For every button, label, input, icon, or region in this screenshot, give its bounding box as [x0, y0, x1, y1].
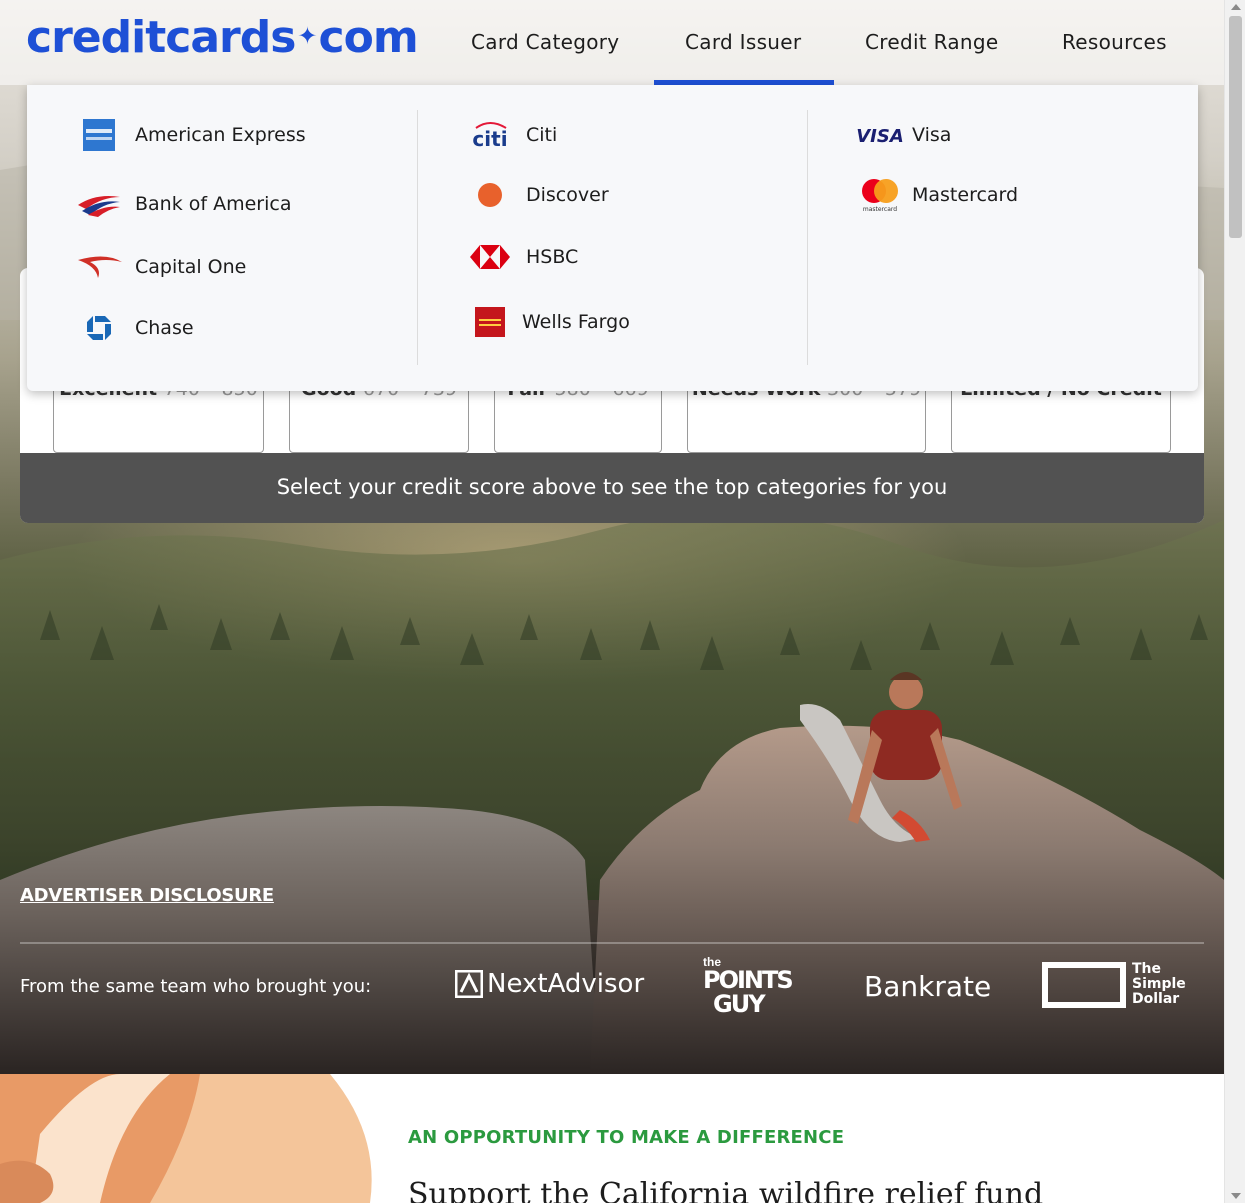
- nav-resources[interactable]: Resources: [1062, 30, 1167, 54]
- simple-dollar-wordmark: The Simple Dollar: [1132, 962, 1186, 1007]
- amex-icon: [75, 115, 123, 155]
- discover-icon: [466, 175, 514, 215]
- feature-image: [0, 1074, 380, 1203]
- issuer-visa[interactable]: VISA Visa: [856, 115, 951, 155]
- scrollbar-thumb[interactable]: [1229, 16, 1242, 238]
- chase-icon: [75, 308, 123, 348]
- issuer-label: Wells Fargo: [522, 311, 630, 333]
- issuer-label: Bank of America: [135, 193, 292, 215]
- visa-icon: VISA: [856, 115, 904, 155]
- hsbc-icon: [466, 237, 514, 277]
- page-scrollbar[interactable]: [1224, 0, 1245, 1203]
- brand-line: POINTS: [703, 966, 794, 994]
- site-header: creditcards✦com Card Category Card Issue…: [0, 0, 1224, 85]
- citi-icon: citi: [466, 115, 514, 155]
- brand-line: The: [1132, 961, 1162, 977]
- nav-credit-range[interactable]: Credit Range: [865, 30, 999, 54]
- mastercard-icon: mastercard: [856, 175, 904, 215]
- issuer-bank-of-america[interactable]: Bank of America: [75, 184, 292, 224]
- nav-card-issuer[interactable]: Card Issuer: [685, 30, 801, 54]
- scroll-down-arrow-icon[interactable]: [1231, 1193, 1241, 1199]
- brand-bankrate[interactable]: Bankrate: [864, 970, 991, 1003]
- issuer-mastercard[interactable]: mastercard Mastercard: [856, 175, 1018, 215]
- nav-card-category[interactable]: Card Category: [471, 30, 619, 54]
- issuer-label: Visa: [912, 124, 952, 146]
- issuer-label: Chase: [135, 317, 194, 339]
- simple-dollar-icon: [1042, 962, 1126, 1008]
- brand-line: Simple: [1132, 976, 1186, 992]
- issuer-label: Capital One: [135, 256, 247, 278]
- svg-text:mastercard: mastercard: [863, 206, 897, 213]
- wells-fargo-icon: [466, 302, 514, 342]
- svg-text:citi: citi: [472, 127, 507, 150]
- advertiser-disclosure-link[interactable]: ADVERTISER DISCLOSURE: [20, 885, 274, 906]
- brand-divider: [20, 942, 1204, 944]
- credit-score-prompt-banner: Select your credit score above to see th…: [20, 453, 1204, 523]
- brand-line: Dollar: [1132, 991, 1180, 1007]
- logo-star-icon: ✦: [297, 22, 317, 50]
- logo-text-right: com: [318, 12, 419, 63]
- site-logo[interactable]: creditcards✦com: [26, 12, 419, 63]
- issuer-label: American Express: [135, 124, 306, 146]
- column-divider: [807, 110, 808, 365]
- brand-the-points-guy[interactable]: the POINTS GUY: [703, 956, 794, 1018]
- issuer-label: Discover: [526, 184, 609, 206]
- feature-eyebrow: AN OPPORTUNITY TO MAKE A DIFFERENCE: [408, 1127, 845, 1148]
- brand-line: GUY: [713, 990, 766, 1018]
- brand-the-simple-dollar[interactable]: The Simple Dollar: [1042, 962, 1186, 1008]
- issuer-capital-one[interactable]: Capital One: [75, 247, 246, 287]
- brand-nextadvisor[interactable]: NextAdvisor: [455, 969, 644, 999]
- card-issuer-dropdown: American Express Bank of America Capital…: [27, 85, 1198, 391]
- feature-section: AN OPPORTUNITY TO MAKE A DIFFERENCE Supp…: [0, 1074, 1224, 1203]
- issuer-citi[interactable]: citi Citi: [466, 115, 557, 155]
- capital-one-icon: [75, 247, 123, 287]
- issuer-label: Mastercard: [912, 184, 1019, 206]
- issuer-american-express[interactable]: American Express: [75, 115, 306, 155]
- brand-name: NextAdvisor: [487, 969, 645, 999]
- issuer-label: HSBC: [526, 246, 579, 268]
- brands-intro-text: From the same team who brought you:: [20, 976, 372, 997]
- issuer-label: Citi: [526, 124, 558, 146]
- feature-headline[interactable]: Support the California wildfire relief f…: [408, 1177, 1043, 1203]
- issuer-chase[interactable]: Chase: [75, 308, 194, 348]
- issuer-hsbc[interactable]: HSBC: [466, 237, 578, 277]
- issuer-wells-fargo[interactable]: Wells Fargo: [466, 302, 630, 342]
- svg-text:VISA: VISA: [856, 126, 904, 147]
- nextadvisor-icon: [455, 970, 483, 998]
- column-divider: [417, 110, 418, 365]
- bank-of-america-icon: [75, 184, 123, 224]
- scroll-up-arrow-icon[interactable]: [1231, 4, 1241, 10]
- logo-text-left: creditcards: [26, 12, 296, 63]
- issuer-discover[interactable]: Discover: [466, 175, 609, 215]
